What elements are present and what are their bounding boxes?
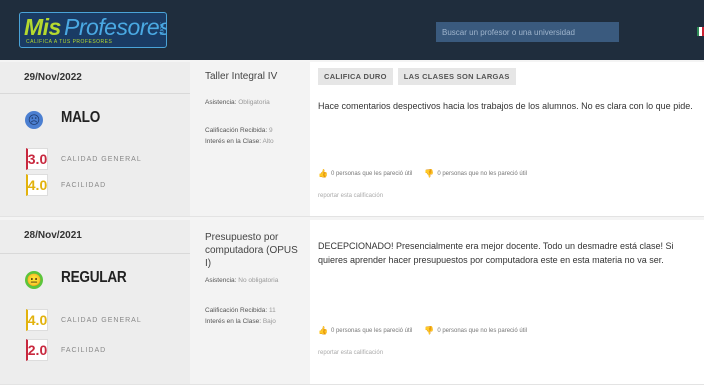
- ease-score: 2.0: [26, 339, 48, 361]
- thumbs-up-icon[interactable]: 👍: [318, 169, 328, 178]
- attendance-label: Asistencia:: [205, 277, 237, 284]
- vote-row: 👍 0 personas que les pareció útil 👎 0 pe…: [318, 326, 527, 335]
- tag-list: CALIFICA DURO LAS CLASES SON LARGAS: [318, 68, 516, 85]
- report-link[interactable]: reportar esta calificación: [318, 193, 383, 199]
- rating-comment: Hace comentarios despectivos hacia los t…: [318, 101, 693, 111]
- rating-summary-panel: 29/Nov/2022 ☹ MALO 3.0 CALIDAD GENERAL 4…: [0, 62, 190, 216]
- report-link[interactable]: reportar esta calificación: [318, 350, 383, 356]
- divider: [0, 93, 190, 94]
- useful-vote[interactable]: 👍 0 personas que les pareció útil: [318, 169, 412, 178]
- quality-label: CALIDAD GENERAL: [61, 156, 142, 163]
- logo-profesores-text: Profesores: [64, 14, 167, 40]
- rating-date: 28/Nov/2021: [24, 230, 82, 241]
- sad-face-icon: ☹: [25, 111, 43, 129]
- interest-info: Interés en la Clase: Alto: [205, 137, 274, 146]
- grade-label: Calificación Recibida:: [205, 127, 268, 134]
- site-logo[interactable]: Mis Profesores CALIFICA A TUS PROFESORES…: [19, 12, 167, 48]
- attendance-info: Asistencia: No obligatoria: [205, 276, 278, 285]
- not-useful-vote-text: 0 personas que no les pareció útil: [437, 170, 528, 177]
- quality-score: 4.0: [26, 309, 48, 331]
- grade-info: Calificación Recibida: 11: [205, 306, 276, 315]
- top-navbar: Mis Profesores CALIFICA A TUS PROFESORES…: [0, 0, 704, 60]
- mexico-flag-icon[interactable]: [697, 27, 704, 36]
- attendance-value: Obligatoria: [238, 99, 270, 106]
- interest-label: Interés en la Clase:: [205, 138, 262, 145]
- useful-vote[interactable]: 👍 0 personas que les pareció útil: [318, 326, 412, 335]
- course-name: Presupuesto por computadora (OPUS I): [205, 232, 298, 269]
- not-useful-vote[interactable]: 👎 0 personas que no les pareció útil: [424, 169, 527, 178]
- attendance-info: Asistencia: Obligatoria: [205, 98, 270, 107]
- thumbs-down-icon[interactable]: 👎: [424, 326, 434, 335]
- grade-label: Calificación Recibida:: [205, 307, 268, 314]
- useful-vote-text: 0 personas que les pareció útil: [330, 170, 413, 177]
- useful-vote-text: 0 personas que les pareció útil: [330, 327, 413, 334]
- neutral-face-icon: 😐: [25, 271, 43, 289]
- rating-verdict: MALO: [61, 109, 101, 126]
- attendance-value: No obligatoria: [238, 277, 279, 284]
- rating-summary-panel: 28/Nov/2021 😐 REGULAR 4.0 CALIDAD GENERA…: [0, 220, 190, 384]
- logo-com-text: .com: [158, 22, 164, 36]
- search-input[interactable]: [436, 22, 619, 42]
- thumbs-up-icon[interactable]: 👍: [318, 326, 328, 335]
- interest-label: Interés en la Clase:: [205, 318, 262, 325]
- rating-date: 29/Nov/2022: [24, 72, 82, 83]
- tag: CALIFICA DURO: [318, 68, 393, 85]
- not-useful-vote[interactable]: 👎 0 personas que no les pareció útil: [424, 326, 527, 335]
- ease-label: FACILIDAD: [61, 347, 107, 354]
- interest-value: Alto: [262, 138, 274, 145]
- quality-score: 3.0: [26, 148, 48, 170]
- course-name: Taller Integral IV: [205, 71, 278, 82]
- rating-verdict: REGULAR: [61, 269, 127, 286]
- ease-score: 4.0: [26, 174, 48, 196]
- logo-mis-text: Mis: [24, 14, 61, 40]
- not-useful-vote-text: 0 personas que no les pareció útil: [437, 327, 528, 334]
- logo-tagline: CALIFICA A TUS PROFESORES: [26, 39, 113, 45]
- tag: LAS CLASES SON LARGAS: [397, 68, 516, 85]
- grade-value: 9: [268, 127, 273, 134]
- vote-row: 👍 0 personas que les pareció útil 👎 0 pe…: [318, 169, 527, 178]
- interest-value: Bajo: [262, 318, 276, 325]
- grade-value: 11: [268, 307, 276, 314]
- quality-label: CALIDAD GENERAL: [61, 317, 142, 324]
- rating-card: 28/Nov/2021 😐 REGULAR 4.0 CALIDAD GENERA…: [0, 220, 704, 385]
- ease-label: FACILIDAD: [61, 182, 107, 189]
- grade-info: Calificación Recibida: 9: [205, 126, 273, 135]
- rating-card: 29/Nov/2022 ☹ MALO 3.0 CALIDAD GENERAL 4…: [0, 62, 704, 217]
- interest-info: Interés en la Clase: Bajo: [205, 317, 276, 326]
- divider: [0, 253, 190, 254]
- attendance-label: Asistencia:: [205, 99, 237, 106]
- rating-comment: DECEPCIONADO! Presencialmente era mejor …: [318, 241, 674, 265]
- thumbs-down-icon[interactable]: 👎: [424, 169, 434, 178]
